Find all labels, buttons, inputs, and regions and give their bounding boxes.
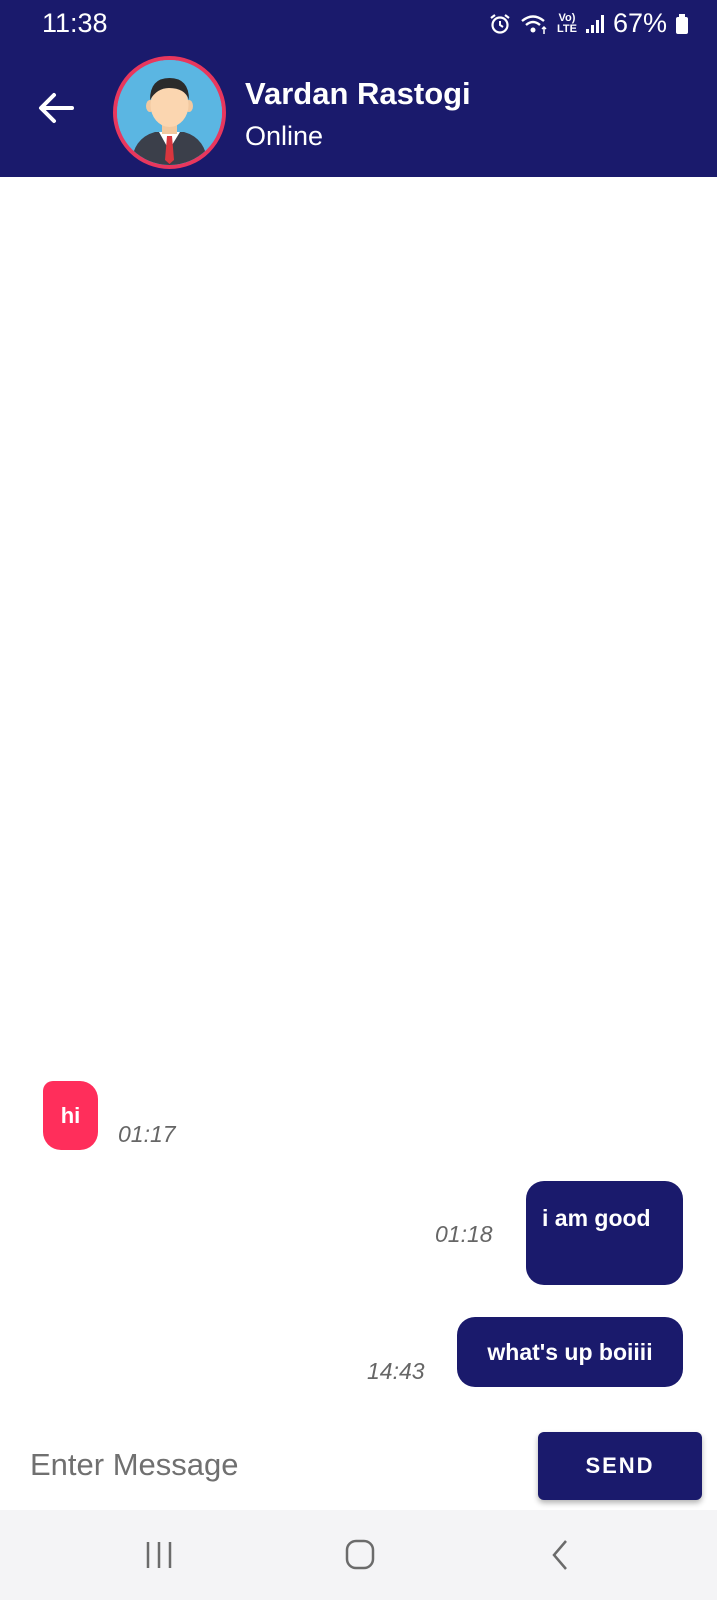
message-timestamp: 14:43: [367, 1358, 425, 1384]
message-input[interactable]: [30, 1440, 500, 1490]
incoming-message-bubble: hi: [43, 1081, 98, 1150]
chevron-left-icon: [552, 1540, 567, 1570]
message-composer: SEND: [0, 1420, 717, 1510]
message-timestamp: 01:18: [435, 1221, 493, 1247]
recent-apps-button[interactable]: [130, 1530, 190, 1580]
status-bar: 11:38 Vo) LTE 67%: [0, 0, 717, 46]
message-timestamp: 01:17: [118, 1121, 176, 1147]
recent-apps-icon: [146, 1542, 172, 1568]
signal-icon: [585, 14, 605, 34]
contact-avatar[interactable]: [113, 56, 226, 169]
message-text: what's up boiiii: [487, 1338, 653, 1365]
wifi-icon: [519, 13, 549, 35]
chat-header: Vardan Rastogi Online: [0, 46, 717, 177]
businessman-avatar-icon: [117, 60, 222, 165]
outgoing-message-bubble: i am good: [526, 1181, 683, 1285]
contact-status: Online: [245, 121, 324, 151]
system-back-button[interactable]: [530, 1530, 590, 1580]
home-button[interactable]: [330, 1530, 390, 1580]
back-button[interactable]: [32, 83, 82, 133]
status-time: 11:38: [42, 8, 108, 38]
message-text: hi: [60, 1103, 81, 1128]
send-button[interactable]: SEND: [538, 1432, 702, 1500]
contact-name: Vardan Rastogi: [245, 76, 471, 111]
arrow-left-icon: [39, 93, 74, 123]
alarm-icon: [489, 13, 511, 35]
home-icon: [345, 1539, 375, 1570]
outgoing-message-bubble: what's up boiiii: [457, 1317, 683, 1387]
volte-icon: Vo) LTE: [556, 11, 577, 35]
battery-percent: 67%: [612, 8, 667, 38]
battery-icon: [675, 13, 689, 35]
status-icons: Vo) LTE 67%: [489, 8, 689, 39]
system-nav-bar: [0, 1510, 717, 1600]
message-text: i am good: [542, 1205, 651, 1231]
